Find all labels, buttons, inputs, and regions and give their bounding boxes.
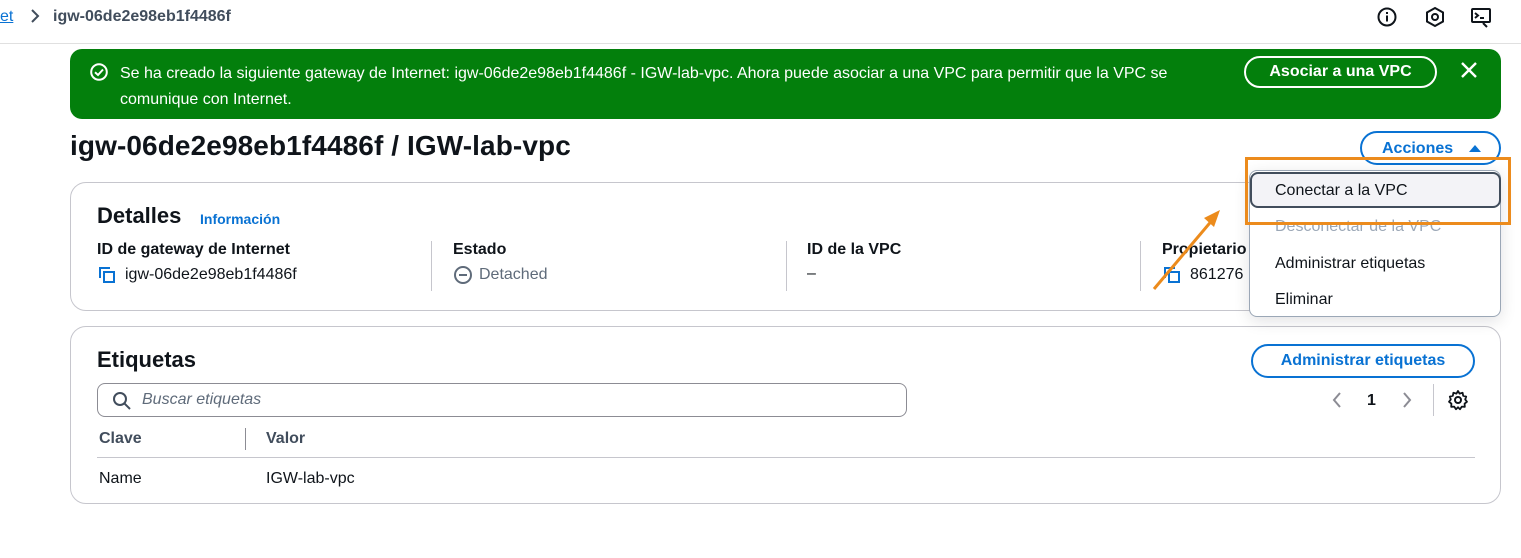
column-resizer[interactable] xyxy=(245,428,246,450)
tag-value-cell: IGW-lab-vpc xyxy=(266,470,355,487)
cloudshell-icon[interactable] xyxy=(1470,6,1492,28)
search-icon xyxy=(113,392,131,410)
status-stopped-icon xyxy=(454,266,472,284)
annotation-highlight-box xyxy=(1245,157,1511,225)
detail-value: – xyxy=(807,265,1137,283)
close-icon[interactable] xyxy=(1458,59,1480,81)
success-flash-banner: Se ha creado la siguiente gateway de Int… xyxy=(70,49,1501,119)
tags-search-input[interactable] xyxy=(142,388,892,412)
success-check-icon xyxy=(90,63,108,81)
detail-label: Estado xyxy=(453,241,507,258)
detail-value: Detached xyxy=(453,265,783,285)
caret-up-icon xyxy=(1469,145,1481,152)
detail-label: ID de gateway de Internet xyxy=(97,241,290,258)
tag-key-cell: Name xyxy=(99,470,142,487)
column-divider xyxy=(431,241,432,291)
annotation-arrow-icon xyxy=(1152,210,1220,290)
page-title: igw-06de2e98eb1f4486f / IGW-lab-vpc xyxy=(70,130,571,161)
flash-message: Se ha creado la siguiente gateway de Int… xyxy=(120,65,1168,108)
table-divider xyxy=(97,457,1475,458)
igw-id-value: igw-06de2e98eb1f4486f xyxy=(125,266,297,283)
menu-item-manage-tags[interactable]: Administrar etiquetas xyxy=(1275,255,1425,273)
actions-label: Acciones xyxy=(1382,140,1454,157)
detail-state: Estado Detached xyxy=(453,241,783,291)
detail-vpc-id: ID de la VPC – xyxy=(807,241,1137,291)
tags-heading: Etiquetas xyxy=(97,347,197,372)
copy-icon[interactable] xyxy=(97,265,117,285)
info-icon[interactable] xyxy=(1376,6,1398,28)
top-navigation-bar: et igw-06de2e98eb1f4486f xyxy=(0,0,1521,44)
chevron-right-icon xyxy=(31,9,40,23)
breadcrumb-current: igw-06de2e98eb1f4486f xyxy=(53,8,231,25)
pager-divider xyxy=(1433,384,1434,416)
vpc-id-value: – xyxy=(807,265,816,282)
detail-label: ID de la VPC xyxy=(807,241,902,258)
manage-tags-button[interactable]: Administrar etiquetas xyxy=(1251,344,1475,378)
info-link[interactable]: Información xyxy=(200,211,280,227)
menu-item-delete[interactable]: Eliminar xyxy=(1275,291,1333,309)
column-header-value[interactable]: Valor xyxy=(266,430,305,448)
tags-search-box[interactable] xyxy=(97,383,907,417)
notifications-icon[interactable] xyxy=(1424,6,1446,28)
chevron-right-icon[interactable] xyxy=(1399,389,1415,411)
detail-igw-id: ID de gateway de Internet igw-06de2e98eb… xyxy=(97,241,427,291)
column-divider xyxy=(786,241,787,291)
associate-vpc-button[interactable]: Asociar a una VPC xyxy=(1244,56,1437,88)
tags-card: Etiquetas Administrar etiquetas 1 Clave … xyxy=(70,326,1501,504)
gear-icon[interactable] xyxy=(1447,389,1469,411)
state-value: Detached xyxy=(479,266,548,283)
details-heading: Detalles xyxy=(97,203,182,228)
detail-value: igw-06de2e98eb1f4486f xyxy=(97,265,427,285)
breadcrumb-parent-link[interactable]: et xyxy=(0,8,13,26)
chevron-left-icon[interactable] xyxy=(1329,389,1345,411)
column-header-key[interactable]: Clave xyxy=(99,430,142,448)
page-number[interactable]: 1 xyxy=(1367,392,1376,410)
